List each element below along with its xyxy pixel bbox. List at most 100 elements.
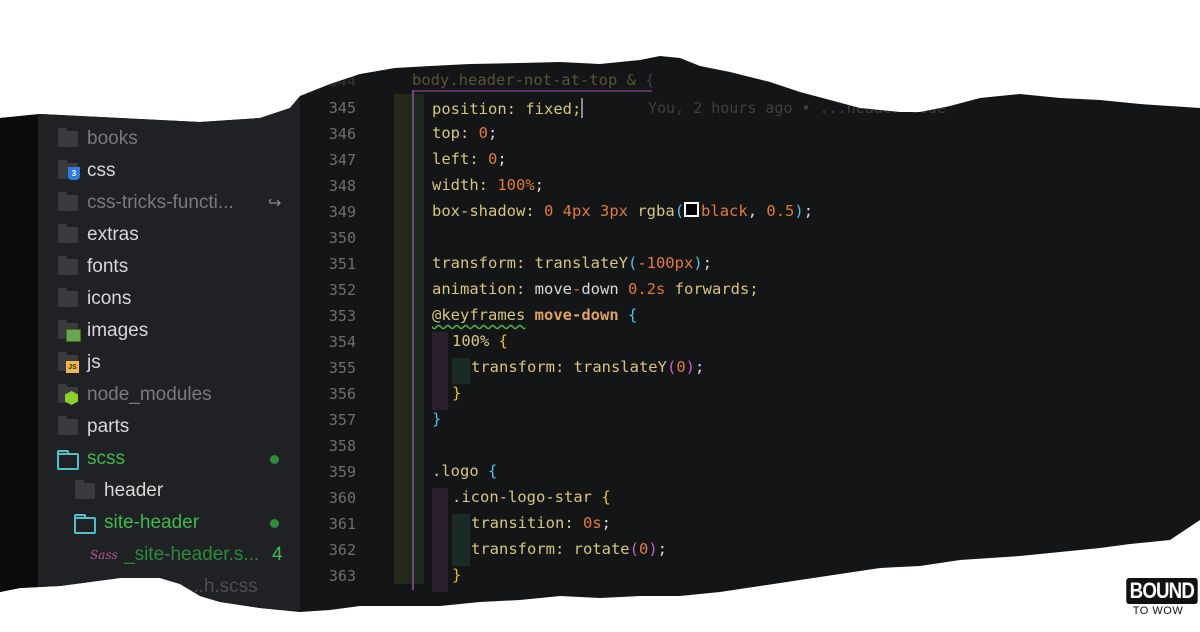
folder-icon [58, 192, 78, 211]
css3-icon: 3 [68, 167, 80, 180]
code-token: top: [432, 124, 479, 142]
tree-item-site-header[interactable]: site-header [38, 510, 300, 536]
code-token: ; [534, 176, 544, 194]
code-line-346: top: 0; [432, 124, 497, 142]
code-token: down [581, 280, 619, 298]
tree-item-label: ...h.scss [188, 576, 258, 597]
line-number: 344 [328, 72, 356, 90]
color-swatch-icon[interactable] [684, 202, 700, 217]
at-rule-token: @keyframes [432, 306, 526, 324]
code-line-347: left: 0; [432, 150, 507, 168]
tree-item-css[interactable]: 3 css [38, 158, 300, 184]
modified-dot-icon [270, 519, 279, 528]
paren-token: ( [674, 202, 685, 220]
code-token: transition: [471, 514, 583, 532]
tree-item-css-tricks-functions[interactable]: css-tricks-functi... ↪ [38, 190, 300, 216]
number-token: 0 [488, 150, 498, 168]
code-token: 100% [452, 332, 499, 350]
tree-item-site-header-scss[interactable]: Sass _site-header.s... 4 [38, 542, 300, 568]
sass-icon: Sass [90, 548, 118, 562]
line-number: 349 [328, 203, 356, 221]
code-line-344: body.header-not-at-top & { [412, 71, 655, 89]
tree-item-partial[interactable]: ...h.scss [38, 574, 300, 600]
folder-open-icon [74, 514, 96, 534]
tree-item-header[interactable]: header [38, 478, 300, 504]
code-token: ; [803, 202, 814, 220]
folder-icon [58, 128, 78, 147]
line-number: 362 [328, 541, 356, 559]
line-number: 348 [328, 177, 356, 195]
brace-token: { [498, 332, 509, 350]
selector-token: .icon-logo-star [452, 488, 602, 506]
paren-token: ( [627, 254, 638, 272]
number-token: 0 [543, 202, 554, 220]
number-token: 3px [600, 202, 629, 220]
number-token: 0 [638, 540, 649, 558]
number-token: -100px [637, 254, 694, 272]
line-number: 351 [328, 255, 356, 273]
code-line-355: transform: translateY(0); [471, 358, 704, 376]
git-blame-annotation: You, 2 hours ago • ...header code [648, 99, 947, 117]
tree-item-parts[interactable]: parts [38, 414, 300, 440]
line-number: 346 [328, 125, 356, 143]
paren-token: ( [629, 540, 639, 558]
modified-dot-icon [270, 455, 279, 464]
number-token: 0 [676, 358, 686, 376]
indent-guide [408, 94, 424, 584]
paren-token: ) [794, 202, 804, 220]
code-token: ; [657, 540, 668, 558]
code-line-361: transition: 0s; [471, 514, 611, 532]
tree-item-label: css [87, 160, 116, 181]
indent-guide [452, 514, 470, 566]
folder-icon [58, 288, 78, 307]
paren-token: ) [685, 358, 695, 376]
code-token: ; [497, 150, 507, 168]
number-token: 0.5 [766, 202, 795, 220]
code-token: transform: rotate [471, 540, 630, 558]
tree-item-label: scss [87, 448, 125, 469]
code-token: ; [601, 514, 611, 532]
tree-item-books[interactable]: books [38, 126, 300, 152]
tree-item-node-modules[interactable]: node_modules [38, 382, 300, 408]
number-token: 0.2s [628, 280, 666, 298]
folder-icon [58, 416, 78, 435]
code-line-359: .logo { [432, 462, 497, 480]
line-number: 355 [328, 359, 356, 377]
code-line-353: @keyframes move-down { [432, 306, 637, 324]
active-indent-line [412, 90, 414, 590]
text-cursor [581, 98, 584, 118]
code-line-362: transform: rotate(0); [471, 540, 667, 558]
image-icon [66, 329, 81, 342]
code-token: ; [695, 358, 705, 376]
paren-token: ) [693, 254, 703, 272]
tree-item-fonts[interactable]: fonts [38, 254, 300, 280]
tree-item-icons[interactable]: icons [38, 286, 300, 312]
tree-item-extras[interactable]: extras [38, 222, 300, 248]
code-editor[interactable]: 344 body.header-not-at-top & { 345 posit… [300, 60, 1200, 612]
number-token: 100% [497, 176, 535, 194]
line-number: 354 [328, 333, 356, 351]
code-line-354: 100% { [452, 332, 508, 350]
tree-item-label: fonts [87, 256, 129, 277]
problem-count-badge: 4 [272, 544, 283, 565]
code-token: , [747, 202, 767, 220]
indent-guide [394, 94, 408, 584]
code-token: ; [488, 124, 498, 142]
folder-icon [58, 256, 78, 275]
tree-item-images[interactable]: images [38, 318, 300, 344]
code-token: forwards; [665, 280, 759, 298]
selector-token: .logo [432, 462, 488, 480]
symlink-arrow-icon: ↪ [268, 195, 282, 212]
tree-item-js[interactable]: JS js [38, 350, 300, 376]
line-number: 358 [328, 437, 356, 455]
code-line-357: } [432, 410, 442, 428]
window-edge [0, 56, 38, 612]
tree-item-label: css-tricks-functi... [87, 192, 234, 213]
code-token: - [571, 280, 582, 298]
tree-item-scss[interactable]: scss [38, 446, 300, 472]
color-token: black [701, 202, 748, 220]
logo-wordmark: BOUND [1126, 578, 1198, 604]
folder-open-icon [57, 450, 79, 470]
